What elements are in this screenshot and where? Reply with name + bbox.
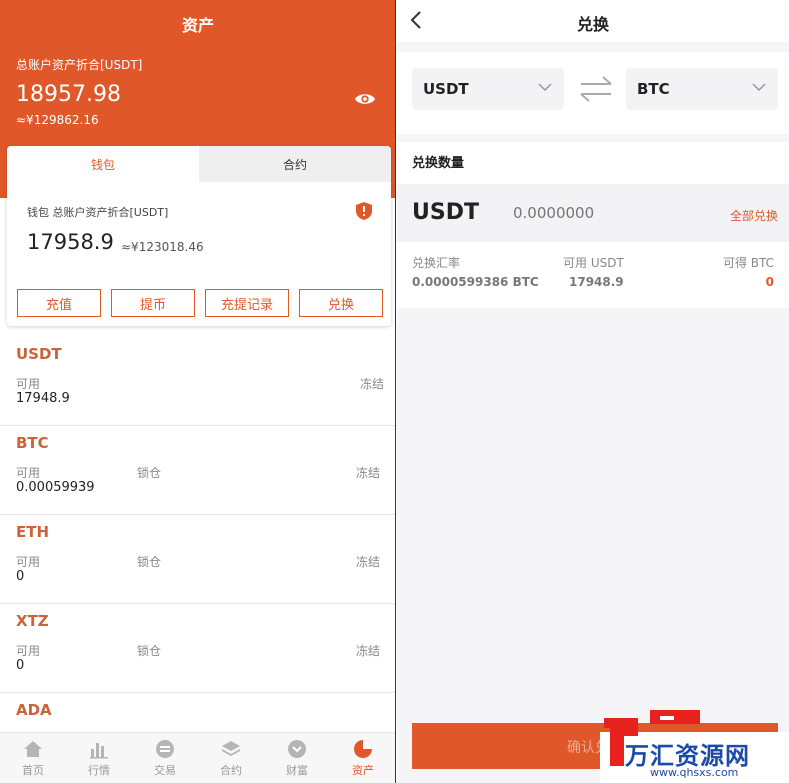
available-value: 0.00059939: [16, 480, 95, 495]
frozen-label: 冻结: [356, 466, 381, 480]
quantity-label: 兑换数量: [412, 156, 465, 171]
screenshot-root: 资产 总账户资产折合[USDT] 18957.98 ≈¥129862.16 钱包…: [0, 0, 789, 783]
asset-name: USDT: [16, 345, 62, 363]
asset-name: ADA: [16, 701, 52, 719]
nav-bar: 兑换: [397, 0, 789, 42]
tab-label: 财富: [286, 764, 308, 777]
bar-chart-icon: [90, 743, 108, 759]
page-title: 兑换: [576, 15, 609, 34]
total-assets-amount: 18957.98: [16, 82, 121, 107]
tab-wallet[interactable]: 钱包: [7, 146, 199, 182]
total-assets-label: 总账户资产折合[USDT]: [16, 58, 143, 72]
tab-home[interactable]: 首页: [0, 733, 66, 783]
wallet-cny: ≈¥123018.46: [121, 240, 204, 254]
chevron-down-icon: [752, 83, 766, 92]
pie-chart-icon: [354, 740, 372, 758]
exchange-all-button[interactable]: 全部兑换: [730, 207, 778, 224]
withdraw-button[interactable]: 提币: [111, 289, 195, 317]
tab-market[interactable]: 行情: [66, 733, 132, 783]
asset-name: ETH: [16, 523, 50, 541]
wallet-amount: 17958.9: [27, 230, 114, 254]
receivable-label: 可得 BTC: [722, 256, 774, 270]
coin-pair-selector: USDT BTC: [397, 52, 789, 134]
shield-icon: [356, 202, 372, 220]
locked-label: 锁仓: [137, 644, 162, 658]
available-value: 0: [16, 658, 25, 673]
tab-label: 资产: [352, 764, 374, 777]
locked-label: 锁仓: [137, 466, 162, 480]
tab-label: 首页: [22, 764, 44, 777]
asset-row-btc[interactable]: BTC 可用 锁仓 冻结 0.00059939: [0, 426, 395, 515]
rate-label: 兑换汇率: [412, 256, 461, 270]
wallet-card: 钱包 合约 钱包 总账户资产折合[USDT] 17958.9 ≈¥123018.…: [7, 146, 391, 326]
frozen-label: 冻结: [360, 377, 385, 391]
tab-trade[interactable]: 交易: [132, 733, 198, 783]
asset-name: XTZ: [16, 612, 49, 630]
total-assets-cny: ≈¥129862.16: [16, 113, 99, 127]
available-label: 可用: [16, 555, 41, 569]
locked-label: 锁仓: [137, 555, 162, 569]
wallet-tabs: 钱包 合约: [7, 146, 391, 182]
available-value: 17948.9: [569, 275, 624, 289]
tab-label: 交易: [154, 764, 176, 777]
asset-name: BTC: [16, 434, 49, 452]
exchange-circle-icon: [156, 740, 174, 758]
available-label: 可用: [16, 377, 41, 391]
asset-row-eth[interactable]: ETH 可用 锁仓 冻结 0: [0, 515, 395, 604]
receivable-value: 0: [765, 275, 774, 289]
exchange-screen: 兑换 USDT BTC 兑换数量 USDT 0.0000000 全部兑换 兑换汇…: [397, 0, 789, 783]
from-coin-value: USDT: [423, 80, 469, 98]
swap-icon[interactable]: [579, 74, 613, 104]
available-value: 17948.9: [16, 391, 70, 406]
bottom-tabbar: 首页 行情 交易 合约 财富 资产: [0, 732, 395, 783]
home-icon: [24, 741, 42, 757]
to-coin-value: BTC: [637, 80, 670, 98]
available-label: 可用: [16, 644, 41, 658]
quantity-coin: USDT: [412, 200, 479, 225]
wallet-assets-label: 钱包 总账户资产折合[USDT]: [27, 206, 169, 219]
wallet-actions: 充值 提币 充提记录 兑换: [17, 289, 383, 317]
tab-label: 行情: [88, 764, 110, 777]
watermark-url: www.qhsxs.com: [650, 766, 739, 779]
available-label: 可用 USDT: [563, 256, 624, 270]
wealth-icon: [288, 740, 306, 758]
asset-row-xtz[interactable]: XTZ 可用 锁仓 冻结 0: [0, 604, 395, 693]
tab-contract[interactable]: 合约: [198, 733, 264, 783]
asset-row-usdt[interactable]: USDT 可用 冻结 17948.9: [0, 337, 395, 426]
page-title: 资产: [181, 16, 214, 35]
tab-wealth[interactable]: 财富: [264, 733, 330, 783]
to-coin-select[interactable]: BTC: [626, 68, 778, 110]
quantity-input[interactable]: [513, 204, 693, 222]
deposit-button[interactable]: 充值: [17, 289, 101, 317]
rate-value: 0.0000599386 BTC: [412, 275, 539, 289]
available-value: 0: [16, 569, 25, 584]
layers-icon: [222, 741, 240, 756]
exchange-button[interactable]: 兑换: [299, 289, 383, 317]
chevron-down-icon: [538, 83, 552, 92]
tab-label: 合约: [220, 764, 242, 777]
records-button[interactable]: 充提记录: [205, 289, 289, 317]
from-coin-select[interactable]: USDT: [412, 68, 564, 110]
frozen-label: 冻结: [356, 555, 381, 569]
quantity-box: USDT 全部兑换: [397, 184, 789, 242]
assets-screen: 资产 总账户资产折合[USDT] 18957.98 ≈¥129862.16 钱包…: [0, 0, 396, 783]
available-label: 可用: [16, 466, 41, 480]
tab-contract[interactable]: 合约: [199, 146, 391, 182]
tab-assets[interactable]: 资产: [330, 733, 395, 783]
frozen-label: 冻结: [356, 644, 381, 658]
exchange-quantity-section: 兑换数量 USDT 全部兑换 兑换汇率 0.0000599386 BTC 可用 …: [397, 142, 789, 308]
eye-icon[interactable]: [354, 88, 376, 110]
